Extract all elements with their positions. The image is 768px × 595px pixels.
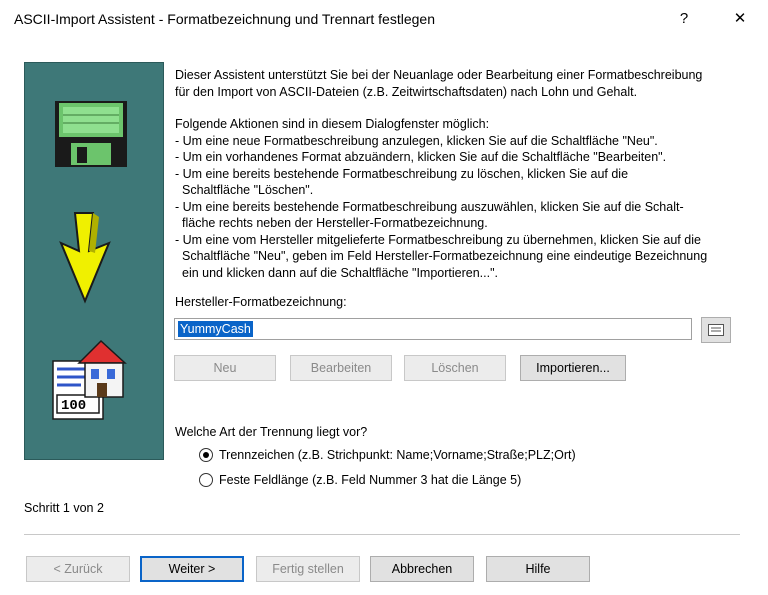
- delete-button[interactable]: Löschen: [404, 355, 506, 381]
- back-button[interactable]: < Zurück: [26, 556, 130, 582]
- step-indicator: Schritt 1 von 2: [24, 501, 104, 515]
- action-line: Schaltfläche "Löschen".: [182, 183, 314, 197]
- finish-button[interactable]: Fertig stellen: [256, 556, 360, 582]
- close-button[interactable]: ✕: [724, 6, 756, 32]
- edit-button[interactable]: Bearbeiten: [290, 355, 392, 381]
- intro-line: für den Import von ASCII-Dateien (z.B. Z…: [175, 84, 638, 99]
- counter-text: 100: [61, 398, 86, 414]
- radio-selected-dot: [203, 452, 209, 458]
- trennzeichen-label[interactable]: Trennzeichen (z.B. Strichpunkt: Name;Vor…: [219, 448, 576, 462]
- browse-format-button[interactable]: [701, 317, 731, 343]
- trennzeichen-radio[interactable]: [199, 448, 213, 462]
- house-document-icon: 100: [52, 339, 127, 420]
- action-line: Folgende Aktionen sind in diesem Dialogf…: [175, 117, 490, 131]
- floppy-disk-icon: [55, 101, 127, 167]
- action-line: ein und klicken dann auf die Schaltfläch…: [182, 265, 499, 280]
- cancel-button[interactable]: Abbrechen: [370, 556, 474, 582]
- separator-question: Welche Art der Trennung liegt vor?: [175, 425, 368, 439]
- action-line: - Um ein vorhandenes Format abzuändern, …: [175, 150, 667, 164]
- down-arrow-icon: [59, 212, 111, 304]
- format-name-input[interactable]: YummyCash: [174, 318, 692, 340]
- format-field-label: Hersteller-Formatbezeichnung:: [175, 295, 347, 309]
- description-text: Dieser Assistent unterstützt Sie bei der…: [175, 67, 750, 281]
- action-line: - Um eine bereits bestehende Formatbesch…: [175, 199, 684, 214]
- next-button[interactable]: Weiter >: [140, 556, 244, 582]
- action-line: fläche rechts neben der Hersteller-Forma…: [182, 216, 488, 230]
- import-button[interactable]: Importieren...: [520, 355, 626, 381]
- action-line: Schaltfläche "Neu", geben im Feld Herste…: [182, 249, 708, 263]
- format-name-value: YummyCash: [178, 321, 253, 337]
- help-title-button[interactable]: ?: [668, 6, 700, 32]
- feldlaenge-radio[interactable]: [199, 473, 213, 487]
- feldlaenge-label[interactable]: Feste Feldlänge (z.B. Feld Nummer 3 hat …: [219, 473, 521, 487]
- new-button[interactable]: Neu: [174, 355, 276, 381]
- intro-line: Dieser Assistent unterstützt Sie bei der…: [175, 68, 703, 82]
- footer-divider: [24, 534, 740, 535]
- help-button[interactable]: Hilfe: [486, 556, 590, 582]
- action-line: - Um eine bereits bestehende Formatbesch…: [175, 166, 629, 181]
- list-icon: [708, 324, 724, 336]
- action-line: - Um eine vom Hersteller mitgelieferte F…: [175, 232, 701, 247]
- window-title: ASCII-Import Assistent - Formatbezeichnu…: [14, 11, 435, 27]
- wizard-illustration: 100: [52, 101, 127, 420]
- action-line: - Um eine neue Formatbeschreibung anzule…: [175, 133, 658, 148]
- wizard-illustration-panel: 100: [24, 62, 164, 460]
